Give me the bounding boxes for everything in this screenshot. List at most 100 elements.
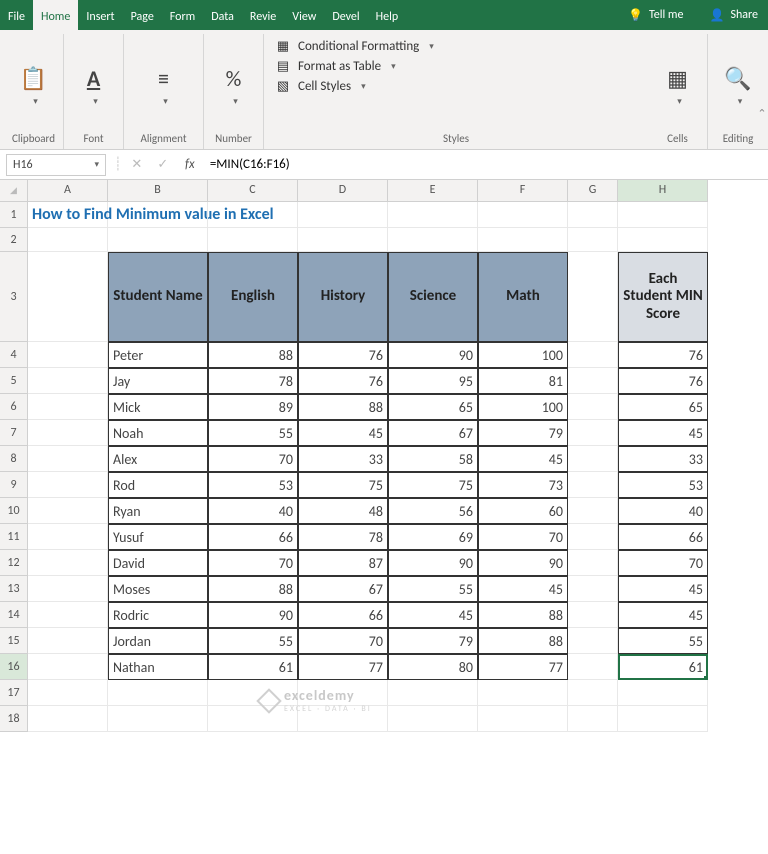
min-score-cell[interactable]: 45 [618, 420, 708, 446]
row-header[interactable]: 11 [0, 524, 28, 550]
paste-icon[interactable]: 📋 [17, 62, 51, 96]
cell[interactable] [28, 420, 108, 446]
student-name-cell[interactable]: Nathan [108, 654, 208, 680]
min-score-cell[interactable]: 45 [618, 602, 708, 628]
cell[interactable] [478, 202, 568, 228]
student-name-cell[interactable]: Yusuf [108, 524, 208, 550]
menu-tab-insert[interactable]: Insert [78, 0, 122, 30]
min-score-header[interactable]: Each Student MIN Score [618, 252, 708, 342]
score-cell[interactable]: 76 [298, 368, 388, 394]
row-header[interactable]: 12 [0, 550, 28, 576]
cell[interactable] [28, 342, 108, 368]
cell[interactable] [28, 628, 108, 654]
cell[interactable] [28, 524, 108, 550]
cell[interactable] [28, 394, 108, 420]
cell[interactable] [28, 706, 108, 732]
score-cell[interactable]: 45 [478, 576, 568, 602]
cell[interactable] [478, 706, 568, 732]
menu-tab-help[interactable]: Help [368, 0, 407, 30]
cell[interactable] [478, 228, 568, 252]
student-name-cell[interactable]: Ryan [108, 498, 208, 524]
score-cell[interactable]: 60 [478, 498, 568, 524]
score-cell[interactable]: 70 [208, 550, 298, 576]
min-score-cell[interactable]: 53 [618, 472, 708, 498]
student-name-cell[interactable]: Alex [108, 446, 208, 472]
tell-me[interactable]: Tell me [649, 8, 684, 22]
student-name-cell[interactable]: Mick [108, 394, 208, 420]
score-cell[interactable]: 78 [208, 368, 298, 394]
cell[interactable] [108, 680, 208, 706]
row-header[interactable]: 15 [0, 628, 28, 654]
student-name-cell[interactable]: Rod [108, 472, 208, 498]
name-box[interactable]: H16▾ [6, 154, 106, 176]
score-cell[interactable]: 55 [208, 420, 298, 446]
score-cell[interactable]: 48 [298, 498, 388, 524]
score-cell[interactable]: 76 [298, 342, 388, 368]
cell[interactable] [568, 550, 618, 576]
menu-tab-page[interactable]: Page [123, 0, 162, 30]
score-cell[interactable]: 100 [478, 394, 568, 420]
cell[interactable] [28, 368, 108, 394]
cell[interactable] [208, 228, 298, 252]
student-name-cell[interactable]: Moses [108, 576, 208, 602]
min-score-cell[interactable]: 55 [618, 628, 708, 654]
min-score-cell[interactable]: 76 [618, 342, 708, 368]
row-header[interactable]: 8 [0, 446, 28, 472]
score-cell[interactable]: 75 [388, 472, 478, 498]
collapse-ribbon-icon[interactable]: ⌃ [756, 0, 768, 120]
format-as-table-button[interactable]: ▤Format as Table▾ [274, 58, 396, 74]
cell[interactable] [568, 576, 618, 602]
score-cell[interactable]: 88 [208, 576, 298, 602]
alignment-icon[interactable]: ≡ [147, 62, 181, 96]
min-score-cell[interactable]: 33 [618, 446, 708, 472]
row-header[interactable]: 1 [0, 202, 28, 228]
cell[interactable] [28, 228, 108, 252]
cell[interactable] [388, 202, 478, 228]
menu-tab-data[interactable]: Data [203, 0, 242, 30]
row-header[interactable]: 6 [0, 394, 28, 420]
cell[interactable] [298, 680, 388, 706]
score-cell[interactable]: 40 [208, 498, 298, 524]
score-cell[interactable]: 70 [208, 446, 298, 472]
cells-icon[interactable]: ▦ [661, 62, 695, 96]
cell[interactable] [618, 680, 708, 706]
column-header[interactable]: E [388, 180, 478, 202]
cell[interactable] [568, 394, 618, 420]
cell[interactable] [28, 446, 108, 472]
table-header[interactable]: Math [478, 252, 568, 342]
score-cell[interactable]: 55 [388, 576, 478, 602]
column-header[interactable]: C [208, 180, 298, 202]
column-header[interactable]: H [618, 180, 708, 202]
table-header[interactable]: Student Name [108, 252, 208, 342]
cell[interactable] [298, 202, 388, 228]
row-header[interactable]: 18 [0, 706, 28, 732]
cell[interactable] [298, 228, 388, 252]
page-title[interactable]: How to Find Minimum value in Excel [28, 202, 108, 228]
cell[interactable] [568, 706, 618, 732]
score-cell[interactable]: 58 [388, 446, 478, 472]
score-cell[interactable]: 88 [478, 628, 568, 654]
table-header[interactable]: English [208, 252, 298, 342]
cell[interactable] [108, 228, 208, 252]
score-cell[interactable]: 70 [298, 628, 388, 654]
min-score-cell[interactable]: 76 [618, 368, 708, 394]
score-cell[interactable]: 88 [478, 602, 568, 628]
menu-tab-view[interactable]: View [284, 0, 324, 30]
row-header[interactable]: 2 [0, 228, 28, 252]
score-cell[interactable]: 80 [388, 654, 478, 680]
row-header[interactable]: 9 [0, 472, 28, 498]
min-score-cell[interactable]: 66 [618, 524, 708, 550]
score-cell[interactable]: 66 [298, 602, 388, 628]
min-score-cell[interactable]: 70 [618, 550, 708, 576]
row-header[interactable]: 17 [0, 680, 28, 706]
student-name-cell[interactable]: Jordan [108, 628, 208, 654]
cell[interactable] [568, 524, 618, 550]
menu-tab-devel[interactable]: Devel [324, 0, 367, 30]
score-cell[interactable]: 77 [478, 654, 568, 680]
score-cell[interactable]: 79 [388, 628, 478, 654]
cell[interactable] [568, 602, 618, 628]
column-header[interactable]: D [298, 180, 388, 202]
cell-styles-button[interactable]: ▧Cell Styles▾ [274, 78, 366, 94]
row-header[interactable]: 14 [0, 602, 28, 628]
formula-input[interactable] [204, 154, 768, 176]
